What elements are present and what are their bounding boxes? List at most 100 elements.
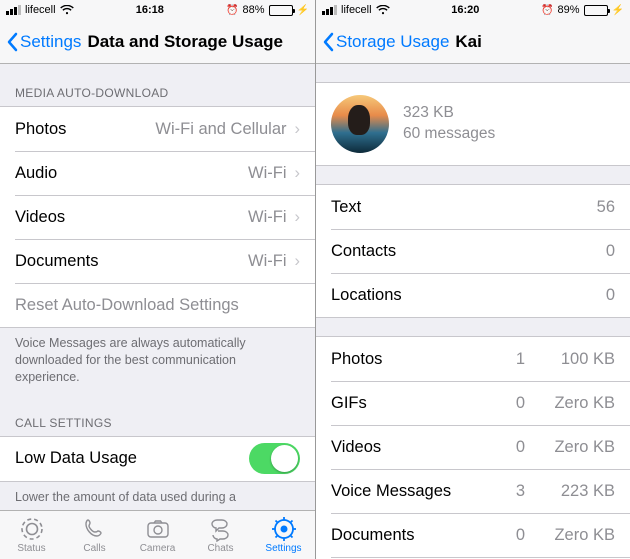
row-count: 1 — [487, 350, 525, 369]
contact-total-size: 323 KB — [403, 103, 495, 124]
row-size: Zero KB — [525, 526, 615, 545]
screen-storage-contact: lifecell 16:20 ⏰ 89% ⚡ Storage Usage Kai… — [315, 0, 630, 559]
row-gifs: GIFs 0 Zero KB — [316, 381, 630, 425]
back-label: Storage Usage — [336, 32, 449, 52]
content: 323 KB 60 messages Text 56 Contacts 0 Lo… — [316, 64, 630, 559]
row-value: Wi-Fi and Cellular — [155, 120, 286, 139]
tab-calls[interactable]: Calls — [63, 511, 126, 559]
row-videos: Videos 0 Zero KB — [316, 425, 630, 469]
row-size: Zero KB — [525, 438, 615, 457]
media-auto-download-group: Photos Wi-Fi and Cellular › Audio Wi-Fi … — [0, 106, 315, 328]
row-size: 100 KB — [525, 350, 615, 369]
row-value: Wi-Fi — [248, 164, 286, 183]
avatar — [331, 95, 389, 153]
nav-bar: Storage Usage Kai — [316, 20, 630, 64]
signal-icon — [6, 5, 21, 15]
battery-pct: 89% — [558, 4, 580, 16]
low-data-toggle[interactable] — [249, 443, 300, 474]
chevron-left-icon — [6, 32, 18, 52]
row-low-data-usage[interactable]: Low Data Usage — [0, 437, 315, 481]
row-locations: Locations 0 — [316, 273, 630, 317]
section-footer-call: Lower the amount of data used during a — [0, 482, 315, 510]
back-button[interactable]: Storage Usage — [322, 32, 449, 52]
row-videos[interactable]: Videos Wi-Fi › — [0, 195, 315, 239]
page-title: Kai — [455, 32, 481, 52]
clock: 16:20 — [451, 4, 479, 16]
status-bar: lifecell 16:20 ⏰ 89% ⚡ — [316, 0, 630, 20]
chevron-right-icon: › — [295, 252, 301, 271]
chevron-right-icon: › — [295, 164, 301, 183]
section-header-call: CALL SETTINGS — [0, 394, 315, 436]
row-reset-auto-download[interactable]: Reset Auto-Download Settings — [0, 283, 315, 327]
page-title: Data and Storage Usage — [87, 32, 283, 52]
row-label: Contacts — [331, 242, 396, 261]
row-count: 0 — [606, 242, 615, 261]
back-label: Settings — [20, 32, 81, 52]
row-label: Photos — [331, 350, 382, 369]
nav-bar: Settings Data and Storage Usage — [0, 20, 315, 64]
battery-icon — [269, 5, 293, 16]
row-count: 3 — [487, 482, 525, 501]
content: MEDIA AUTO-DOWNLOAD Photos Wi-Fi and Cel… — [0, 64, 315, 510]
section-footer-media: Voice Messages are always automatically … — [0, 328, 315, 394]
camera-icon — [145, 516, 171, 542]
alarm-icon: ⏰ — [226, 5, 238, 16]
tab-chats[interactable]: Chats — [189, 511, 252, 559]
tab-label: Chats — [207, 543, 233, 554]
row-documents[interactable]: Documents Wi-Fi › — [0, 239, 315, 283]
counts-group: Text 56 Contacts 0 Locations 0 — [316, 184, 630, 318]
row-voice-messages: Voice Messages 3 223 KB — [316, 469, 630, 513]
call-settings-group: Low Data Usage — [0, 436, 315, 482]
section-header-media: MEDIA AUTO-DOWNLOAD — [0, 64, 315, 106]
row-label: Text — [331, 198, 361, 217]
row-value: Wi-Fi — [248, 252, 286, 271]
wifi-icon — [376, 5, 390, 15]
row-label: Videos — [15, 208, 65, 227]
row-photos: Photos 1 100 KB — [316, 337, 630, 381]
row-label: Voice Messages — [331, 482, 451, 501]
chevron-right-icon: › — [295, 120, 301, 139]
chevron-left-icon — [322, 32, 334, 52]
row-count: 0 — [487, 438, 525, 457]
tab-label: Camera — [140, 543, 176, 554]
row-label: Videos — [331, 438, 381, 457]
row-label: GIFs — [331, 394, 367, 413]
row-photos[interactable]: Photos Wi-Fi and Cellular › — [0, 107, 315, 151]
battery-icon — [584, 5, 608, 16]
row-documents: Documents 0 Zero KB — [316, 513, 630, 557]
screen-data-storage: lifecell 16:18 ⏰ 88% ⚡ Settings Data and… — [0, 0, 315, 559]
charging-icon: ⚡ — [297, 5, 309, 16]
tab-label: Settings — [265, 543, 301, 554]
back-button[interactable]: Settings — [6, 32, 81, 52]
status-icon — [19, 516, 45, 542]
row-text: Text 56 — [316, 185, 630, 229]
tab-bar: Status Calls Camera Chats Settings — [0, 510, 315, 559]
row-value: Wi-Fi — [248, 208, 286, 227]
row-size: 223 KB — [525, 482, 615, 501]
carrier-label: lifecell — [25, 4, 56, 16]
battery-pct: 88% — [243, 4, 265, 16]
status-bar: lifecell 16:18 ⏰ 88% ⚡ — [0, 0, 315, 20]
wifi-icon — [60, 5, 74, 15]
alarm-icon: ⏰ — [541, 5, 553, 16]
row-label: Documents — [331, 526, 414, 545]
row-count: 56 — [597, 198, 615, 217]
clock: 16:18 — [136, 4, 164, 16]
phone-icon — [82, 516, 108, 542]
tab-label: Calls — [83, 543, 105, 554]
signal-icon — [322, 5, 337, 15]
tab-camera[interactable]: Camera — [126, 511, 189, 559]
contact-message-count: 60 messages — [403, 124, 495, 145]
row-label: Documents — [15, 252, 98, 271]
row-label: Photos — [15, 120, 66, 139]
tab-label: Status — [17, 543, 45, 554]
row-label: Locations — [331, 286, 402, 305]
row-audio[interactable]: Audio Wi-Fi › — [0, 151, 315, 195]
row-size: Zero KB — [525, 394, 615, 413]
media-size-group: Photos 1 100 KB GIFs 0 Zero KB Videos 0 … — [316, 336, 630, 559]
tab-status[interactable]: Status — [0, 511, 63, 559]
contact-profile-header: 323 KB 60 messages — [316, 82, 630, 166]
row-count: 0 — [487, 394, 525, 413]
gear-icon — [271, 516, 297, 542]
tab-settings[interactable]: Settings — [252, 511, 315, 559]
